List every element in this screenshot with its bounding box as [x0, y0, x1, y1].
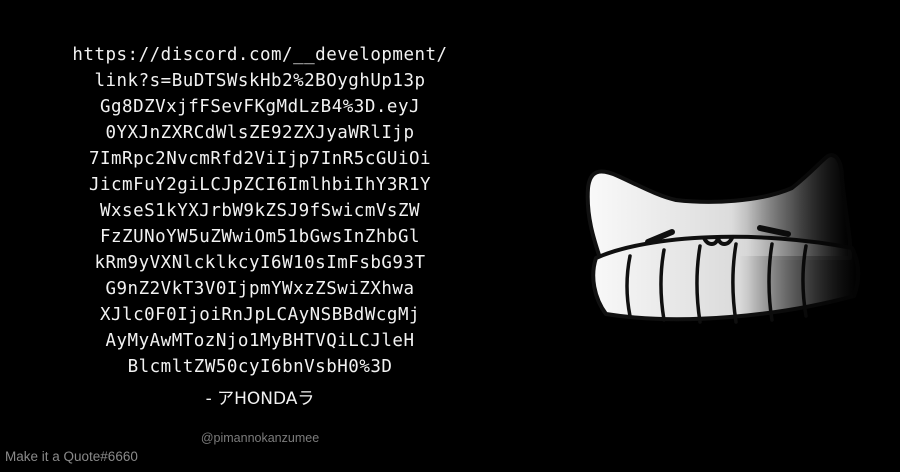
quote-line: AyMyAwMTozNjo1MyBHTVQiLCJleH [105, 331, 415, 351]
quote-text: https://discord.com/__development/ link?… [0, 42, 520, 410]
quote-line: Gg8DZVxjfFSevFKgMdLzB4%3D.eyJ [99, 97, 421, 117]
quote-line: WxseS1kYXJrbW9kZSJ9fSwicmVsZW [99, 201, 421, 221]
watermark: Make it a Quote#6660 [5, 449, 138, 464]
cat-beanie-icon [560, 130, 900, 350]
quote-line: XJlc0F0IjoiRnJpLCAyNSBBdWcgMj [99, 305, 421, 325]
quote-line: 7ImRpc2NvcmRfd2ViIjp7InR5cGUiOi [88, 149, 432, 169]
quote-line: kRm9yVXNlcklkcyI6W10sImFsbG93T [94, 253, 426, 273]
author-handle: @pimannokanzumee [200, 431, 320, 445]
quote-line: https://discord.com/__development/ [72, 45, 448, 65]
quote-author: - アHONDAラ [205, 389, 315, 409]
quote-line: BlcmltZW50cyI6bnVsbH0%3D [127, 357, 393, 377]
quote-line: 0YXJnZXRCdWlsZE92ZXJyaWRlIjp [105, 123, 415, 143]
quote-line: G9nZ2VkT3V0IjpmYWxzZSwiZXhwa [105, 279, 415, 299]
quote-line: JicmFuY2giLCJpZCI6ImlhbiIhY3R1Y [88, 175, 432, 195]
quote-card: https://discord.com/__development/ link?… [0, 0, 900, 472]
quote-line: FzZUNoYW5uZWwiOm51bGwsInZhbGl [99, 227, 421, 247]
quote-line: link?s=BuDTSWskHb2%2BOyghUp13p [94, 71, 426, 91]
avatar [560, 130, 900, 350]
